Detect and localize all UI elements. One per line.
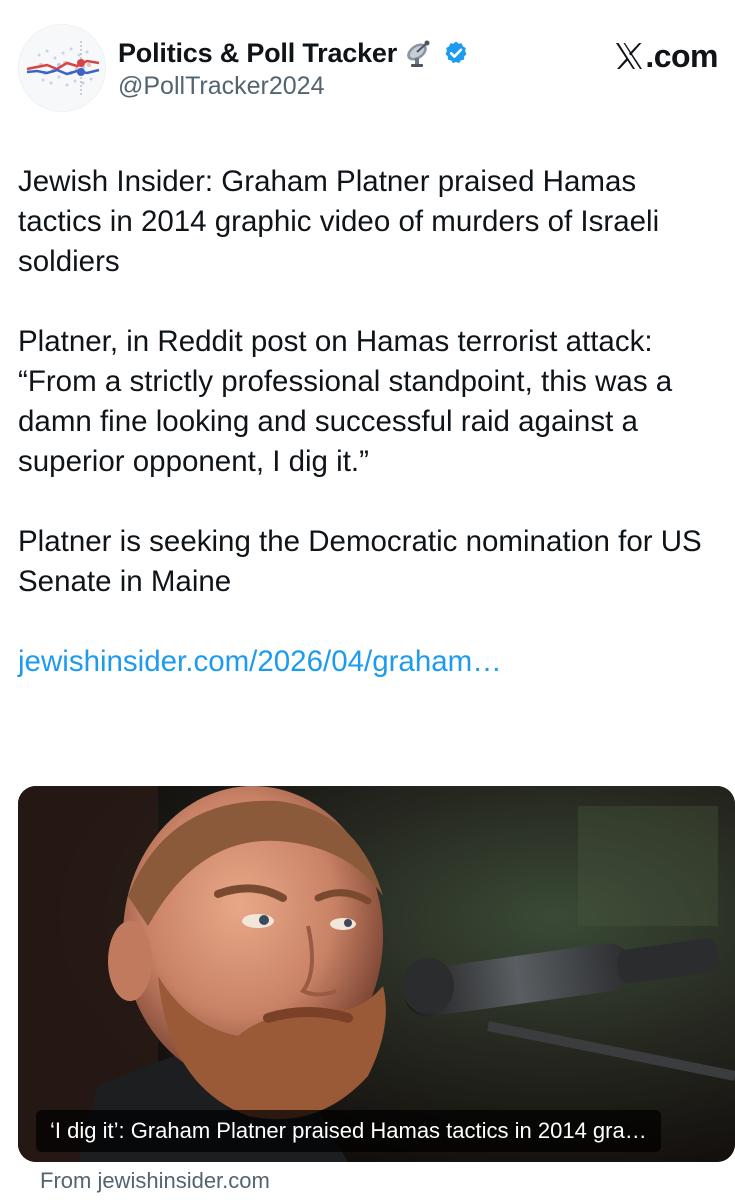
account-handle[interactable]: @PollTracker2024 xyxy=(118,72,469,101)
tweet-link[interactable]: jewishinsider.com/2026/04/graham… xyxy=(18,645,502,678)
card-title[interactable]: ‘I dig it’: Graham Platner praised Hamas… xyxy=(36,1110,661,1152)
tweet-header: Politics & Poll Tracker @PollTracker2024… xyxy=(18,24,718,114)
display-name-row[interactable]: Politics & Poll Tracker xyxy=(118,36,469,70)
tweet-paragraph: Platner, in Reddit post on Hamas terrori… xyxy=(18,325,673,478)
x-logo-icon xyxy=(614,41,644,71)
x-brand-suffix: .com xyxy=(645,37,718,74)
tweet-text: Jewish Insider: Graham Platner praised H… xyxy=(18,162,726,682)
satellite-dish-icon xyxy=(403,38,437,68)
article-photo xyxy=(18,786,735,1162)
verified-badge-icon xyxy=(443,40,469,66)
avatar[interactable] xyxy=(18,24,106,112)
display-name[interactable]: Politics & Poll Tracker xyxy=(118,38,397,69)
tweet-paragraph: Platner is seeking the Democratic nomina… xyxy=(18,525,702,598)
card-source[interactable]: From jewishinsider.com xyxy=(40,1168,270,1194)
x-brand: .com xyxy=(614,36,718,76)
link-preview-card[interactable]: ‘I dig it’: Graham Platner praised Hamas… xyxy=(18,786,735,1162)
tweet-screenshot: Politics & Poll Tracker @PollTracker2024… xyxy=(0,0,735,1200)
account-name-block: Politics & Poll Tracker @PollTracker2024 xyxy=(118,36,469,101)
tweet-paragraph: Jewish Insider: Graham Platner praised H… xyxy=(18,165,660,278)
poll-chart-avatar-icon xyxy=(19,25,105,111)
